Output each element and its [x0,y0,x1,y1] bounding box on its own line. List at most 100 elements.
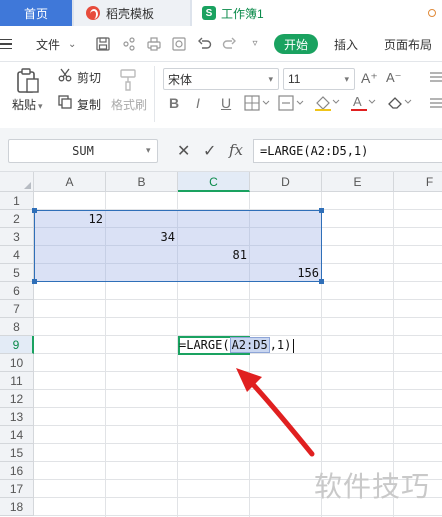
undo-icon[interactable] [198,37,212,51]
confirm-formula-icon[interactable]: ✓ [203,141,216,161]
column-header-a[interactable]: A [34,172,106,192]
align-lines-icon[interactable] [428,70,442,84]
row-header-15[interactable]: 15 [0,444,34,462]
column-header-c[interactable]: C [178,172,250,192]
font-color-icon[interactable]: A [350,94,376,115]
menu-row: 文件 ⌄ ▿ 开始 插入 页面布局 [0,26,442,62]
row-header-18[interactable]: 18 [0,498,34,516]
format-painter-button[interactable]: 格式刷 [111,96,147,113]
edit-suffix: ,1) [269,338,292,352]
spreadsheet-logo-icon: S [202,6,216,20]
name-box[interactable]: SUM [8,139,158,163]
hamburger-menu-icon[interactable] [0,26,14,62]
ribbon-divider [154,66,155,122]
fill-color-icon[interactable] [314,94,340,115]
row-header-12[interactable]: 12 [0,390,34,408]
row-header-17[interactable]: 17 [0,480,34,498]
tab-bar: 首页 稻壳模板 S 工作簿1 [0,0,442,26]
bold-button[interactable]: B [169,95,179,111]
underline-button[interactable]: U [221,95,231,111]
formula-input[interactable]: =LARGE(A2:D5,1) [253,139,442,163]
column-header-f[interactable]: F [394,172,442,192]
grid-line [34,317,442,318]
tab-workbook[interactable]: S 工作簿1 [192,0,442,26]
menu-file[interactable]: 文件 [36,26,60,62]
chevron-down-icon[interactable]: ⌄ [68,26,76,62]
row-header-8[interactable]: 8 [0,318,34,336]
row-header-2[interactable]: 2 [0,210,34,228]
range-handle[interactable] [319,279,324,284]
copy-button[interactable]: 复制 [77,96,101,113]
print-icon[interactable] [147,37,161,51]
tab-docer-template[interactable]: 稻壳模板 [74,0,190,26]
grid-line [34,461,442,462]
chevron-down-icon[interactable]: ▾ [146,145,151,156]
tab-start-button[interactable]: 开始 [274,34,318,54]
cell-d5[interactable]: 156 [250,264,319,282]
row-header-13[interactable]: 13 [0,408,34,426]
spreadsheet-grid[interactable]: A B C D E F 1 2 3 4 5 6 7 8 9 10 11 12 1… [0,172,442,517]
paste-chevron-icon: ▾ [38,101,43,111]
paste-button[interactable]: 粘贴 ▾ [12,96,43,113]
row-header-4[interactable]: 4 [0,246,34,264]
format-painter-icon[interactable] [118,68,140,95]
font-name-select[interactable]: 宋体 ▾ [163,68,279,90]
border-icon[interactable] [244,95,270,114]
paste-icon[interactable] [16,68,40,97]
column-header-b[interactable]: B [106,172,178,192]
ribbon-toolbar: 粘贴 ▾ 剪切 复制 格式刷 宋体 ▾ 11 ▾ A⁺ A⁻ B I U A [0,62,442,128]
range-handle[interactable] [32,279,37,284]
customize-chevron-icon[interactable]: ▿ [248,37,262,51]
row-header-9[interactable]: 9 [0,336,34,354]
edit-range-reference: A2:D5 [229,337,270,353]
cell-a2[interactable]: 12 [34,210,103,228]
row-header-14[interactable]: 14 [0,426,34,444]
paste-label: 粘贴 [12,98,37,112]
cell-edit-text[interactable]: =LARGE(A2:D5,1) [178,336,295,355]
cut-button[interactable]: 剪切 [77,69,101,86]
row-header-3[interactable]: 3 [0,228,34,246]
grid-line [34,515,442,516]
print-preview-icon[interactable] [172,37,186,51]
select-all-corner[interactable] [0,172,34,192]
save-icon[interactable] [96,37,110,51]
export-icon[interactable] [122,37,136,51]
cancel-formula-icon[interactable]: ✕ [177,141,190,161]
redo-icon[interactable] [222,37,236,51]
insert-function-icon[interactable]: fx [229,141,243,159]
menu-page-layout[interactable]: 页面布局 [384,26,432,62]
column-header-d[interactable]: D [250,172,322,192]
font-name-value: 宋体 [168,72,193,87]
row-header-16[interactable]: 16 [0,462,34,480]
watermark-text: 软件技巧 [314,470,431,503]
merge-cells-icon[interactable] [278,95,304,114]
grid-line [34,425,442,426]
font-grow-icon[interactable]: A⁺ [361,70,378,86]
menu-insert[interactable]: 插入 [334,26,358,62]
row-header-11[interactable]: 11 [0,372,34,390]
range-handle[interactable] [319,208,324,213]
text-caret [293,338,295,353]
row-header-6[interactable]: 6 [0,282,34,300]
scissors-icon[interactable] [58,68,72,85]
cell-b3[interactable]: 34 [106,228,175,246]
grid-line [34,443,442,444]
column-header-e[interactable]: E [322,172,394,192]
cell-c4[interactable]: 81 [178,246,247,264]
align-lines-icon[interactable] [428,96,442,110]
row-header-7[interactable]: 7 [0,300,34,318]
font-shrink-icon[interactable]: A⁻ [386,70,402,86]
row-header-5[interactable]: 5 [0,264,34,282]
chevron-down-icon: ▾ [268,74,273,84]
copy-icon[interactable] [58,95,72,112]
row-header-10[interactable]: 10 [0,354,34,372]
unsaved-dot-icon [428,9,436,17]
grid-line [34,389,442,390]
tab-home[interactable]: 首页 [0,0,72,26]
italic-button[interactable]: I [196,95,200,111]
row-header-1[interactable]: 1 [0,192,34,210]
clear-eraser-icon[interactable] [386,94,412,115]
docer-logo-icon [86,6,100,20]
font-size-select[interactable]: 11 ▾ [283,68,355,90]
tab-template-label: 稻壳模板 [106,6,155,21]
